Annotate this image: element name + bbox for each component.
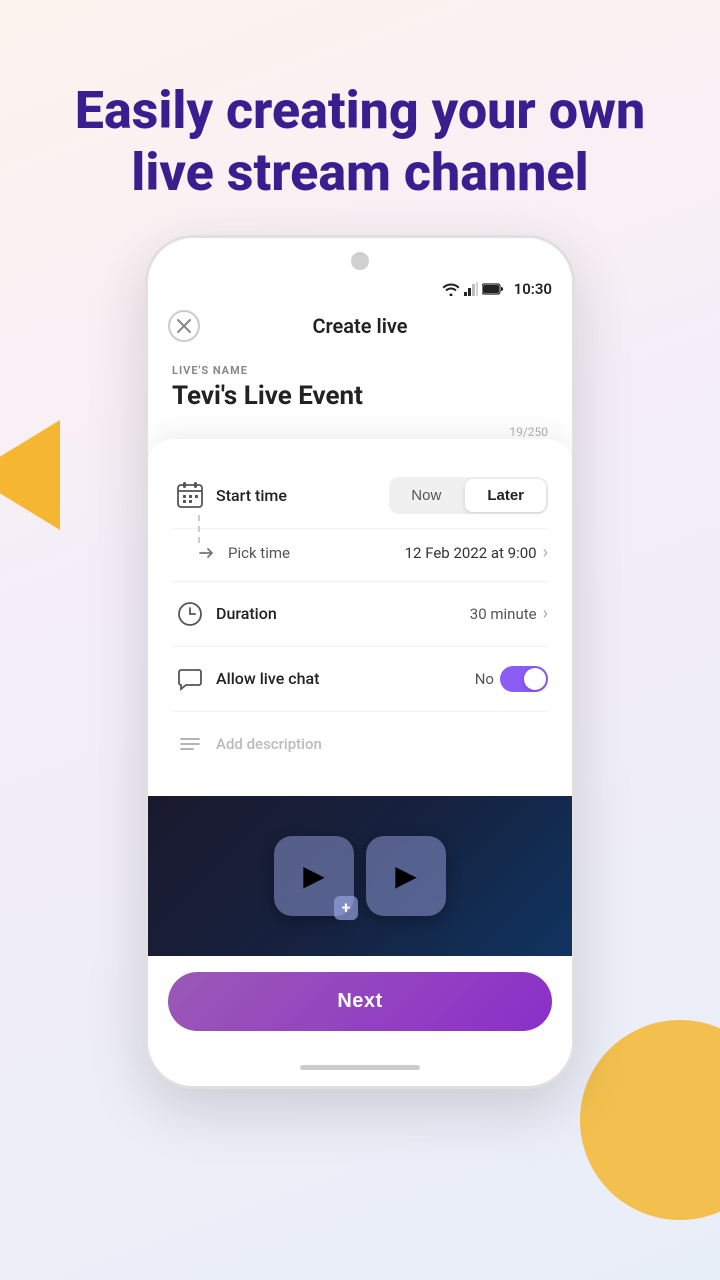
page-title: Create live (312, 314, 407, 338)
status-time: 10:30 (514, 280, 552, 298)
duration-label: Duration (216, 604, 470, 623)
close-icon (177, 319, 191, 333)
battery-icon (482, 283, 504, 295)
signal-icon (464, 282, 478, 296)
pick-time-row[interactable]: Pick time 12 Feb 2022 at 9:00 › (172, 529, 548, 582)
app-icon-2: ▶ (366, 836, 446, 916)
allow-chat-value: No (475, 666, 548, 692)
pick-time-chevron: › (543, 542, 548, 563)
phone-mockup: 10:30 Create live LIVE'S NAME Tevi's Liv… (0, 235, 720, 1089)
app-icon-1: ▶ + (274, 836, 354, 916)
time-btn-now[interactable]: Now (389, 477, 463, 514)
chat-icon (172, 661, 208, 697)
duration-chevron: › (543, 603, 548, 624)
next-btn-container: Next (148, 956, 572, 1055)
phone-body: 10:30 Create live LIVE'S NAME Tevi's Liv… (145, 235, 575, 1089)
live-name-section: LIVE'S NAME Tevi's Live Event (148, 350, 572, 421)
calendar-icon (172, 477, 208, 513)
bottom-sheet: Start time Now Later Pick time 12 Feb 20… (148, 439, 572, 796)
signal-icons (442, 282, 504, 296)
description-icon (172, 726, 208, 762)
start-time-left: Start time (172, 477, 389, 513)
phone-camera (351, 252, 369, 270)
start-time-row: Start time Now Later (172, 463, 548, 529)
duration-row[interactable]: Duration 30 minute › (172, 582, 548, 647)
home-indicator (300, 1065, 420, 1070)
pick-time-label: Pick time (228, 544, 405, 562)
time-btn-later[interactable]: Later (465, 479, 546, 512)
allow-chat-label: Allow live chat (216, 669, 475, 688)
live-name-value: Tevi's Live Event (172, 381, 548, 411)
live-name-label: LIVE'S NAME (172, 364, 548, 377)
phone-bottombar (148, 1055, 572, 1086)
duration-value: 30 minute › (470, 603, 548, 624)
chat-toggle[interactable] (500, 666, 548, 692)
phone-topbar (148, 238, 572, 276)
wifi-icon (442, 282, 460, 296)
headline-line2: live stream channel (131, 142, 588, 203)
arrow-icon (192, 539, 220, 567)
thumbnail-area: ▶ + ▶ (148, 796, 572, 956)
time-toggle[interactable]: Now Later (389, 477, 548, 514)
char-count: 19/250 (148, 421, 572, 439)
headline: Easily creating your own live stream cha… (0, 0, 720, 235)
status-bar: 10:30 (148, 276, 572, 302)
plus-badge: + (334, 896, 358, 920)
headline-line1: Easily creating your own (75, 80, 645, 141)
pick-time-value: 12 Feb 2022 at 9:00 › (405, 542, 548, 563)
next-button[interactable]: Next (168, 972, 552, 1031)
description-row[interactable]: Add description (172, 712, 548, 776)
description-placeholder[interactable]: Add description (216, 735, 548, 753)
start-time-label: Start time (216, 486, 389, 505)
app-header: Create live (148, 302, 572, 350)
close-button[interactable] (168, 310, 200, 342)
app-icons-grid: ▶ + ▶ (274, 836, 446, 916)
clock-icon (172, 596, 208, 632)
allow-chat-row: Allow live chat No (172, 647, 548, 712)
